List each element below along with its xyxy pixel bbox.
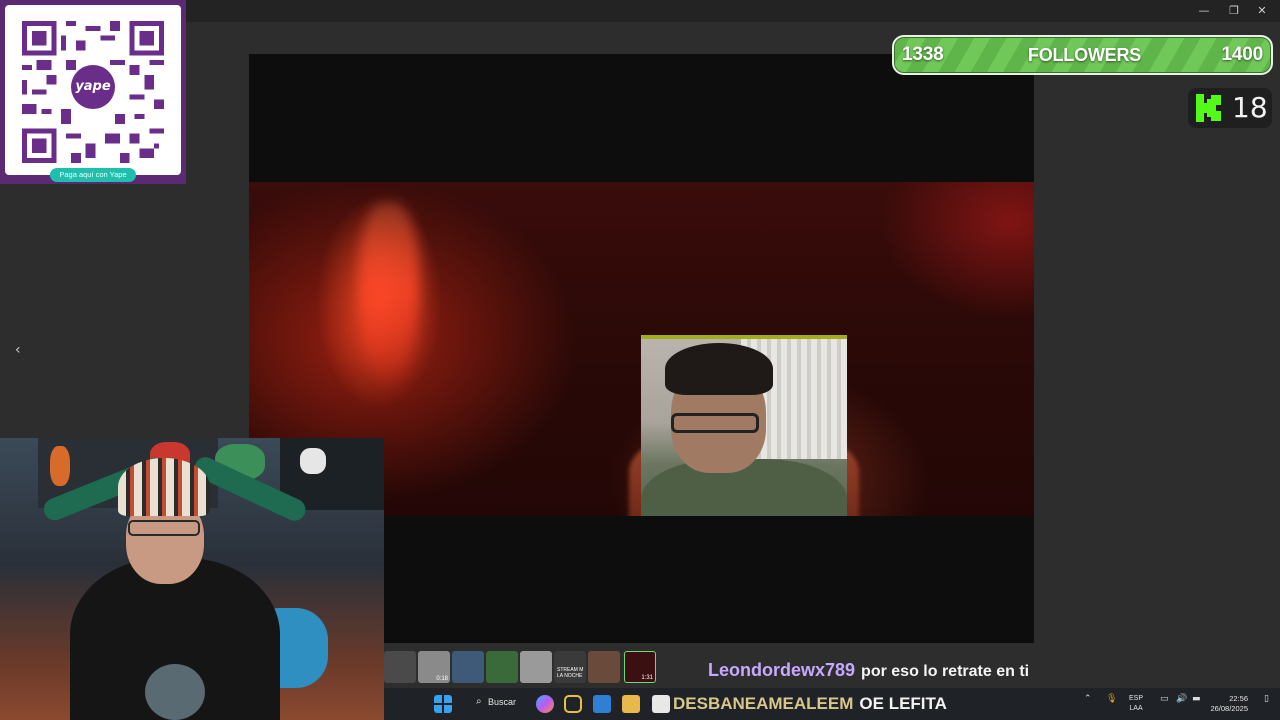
person-glasses xyxy=(128,520,200,536)
shirt-print xyxy=(145,664,205,720)
maximize-button[interactable]: ❐ xyxy=(1224,3,1244,19)
window-titlebar: — ❐ ✕ xyxy=(0,0,1280,22)
fire-visual xyxy=(359,202,419,382)
thumbnail-5[interactable] xyxy=(520,651,552,683)
thumbnail-8-active[interactable]: 1:31 xyxy=(624,651,656,683)
figure-visual xyxy=(300,448,326,474)
widgets-icon[interactable] xyxy=(564,695,582,713)
ticker-secondary: OE LEFITA xyxy=(859,694,947,713)
streamer-webcam xyxy=(0,438,384,720)
ticker-primary: DESBANEAMEALEEM xyxy=(673,694,854,713)
thumbnail-6[interactable]: STREAM M LA NOCHE xyxy=(554,651,586,683)
folder-icon[interactable] xyxy=(622,695,640,713)
windows-taskbar: ⌕ Buscar DESBANEAMEALEEM OE LEFITA ⌃ 🎙 ES… xyxy=(384,688,1280,720)
pip-person-glasses xyxy=(671,413,759,433)
ticker-text: DESBANEAMEALEEM OE LEFITA xyxy=(673,693,947,715)
donation-qr-panel: yape Paga aquí con Yape xyxy=(0,0,186,184)
picture-in-picture-webcam xyxy=(641,335,847,516)
windows-start-icon[interactable] xyxy=(434,695,452,713)
kick-viewer-widget: 18 xyxy=(1188,88,1272,128)
store-app-icon[interactable] xyxy=(593,695,611,713)
thumbnail-7[interactable] xyxy=(588,651,620,683)
network-icon[interactable]: ▭ xyxy=(1160,694,1169,704)
copilot-icon[interactable] xyxy=(536,695,554,713)
thumbnail-3[interactable] xyxy=(452,651,484,683)
pip-person-hair xyxy=(665,343,773,395)
clock-date: 26/08/2025 xyxy=(1210,704,1248,713)
close-button[interactable]: ✕ xyxy=(1252,3,1272,19)
figure-visual xyxy=(50,446,70,486)
viewer-count: 18 xyxy=(1232,91,1268,124)
system-clock[interactable]: 22:56 26/08/2025 xyxy=(1206,694,1248,714)
yape-logo: yape xyxy=(71,65,115,109)
chat-message: Leondordewx789 por eso lo retrate en ti xyxy=(708,658,1029,682)
chat-text: por eso lo retrate en ti xyxy=(861,663,1030,680)
followers-goal-bar: 1338 FOLLOWERS 1400 xyxy=(892,35,1273,75)
thumbnail-8-label: 1:31 xyxy=(641,675,653,681)
battery-icon[interactable]: ▬ xyxy=(1192,694,1201,704)
thumbnail-1[interactable] xyxy=(384,651,416,683)
language-top: ESP xyxy=(1129,695,1144,702)
thumbnail-2[interactable]: 0:18 xyxy=(418,651,450,683)
thumbnail-6-label: STREAM M LA NOCHE xyxy=(557,667,584,679)
thumbnail-4[interactable] xyxy=(486,651,518,683)
person-hat xyxy=(118,458,210,516)
minimize-button[interactable]: — xyxy=(1194,3,1214,19)
chevron-left-icon[interactable]: ‹ xyxy=(15,342,21,358)
followers-goal: 1400 xyxy=(1221,44,1264,65)
followers-label: FOLLOWERS xyxy=(1027,45,1142,65)
thumbnail-2-label: 0:18 xyxy=(436,676,448,682)
volume-icon[interactable]: 🔊 xyxy=(1176,694,1187,704)
language-bottom: LAA xyxy=(1129,705,1143,712)
calendar-app-icon[interactable] xyxy=(652,695,670,713)
microphone-icon[interactable]: 🎙 xyxy=(1106,694,1117,704)
search-icon[interactable]: ⌕ xyxy=(476,696,482,707)
screen: — ❐ ✕ yape Paga aquí con Yape ‹ 1338 FOL… xyxy=(0,0,1280,720)
taskbar-thumbnails: 0:18 STREAM M LA NOCHE 1:31 xyxy=(384,649,664,687)
clock-time: 22:56 xyxy=(1229,694,1248,703)
qr-card: yape xyxy=(5,5,181,175)
tray-expand-icon[interactable]: ⌃ xyxy=(1084,694,1092,704)
taskbar-search[interactable]: Buscar xyxy=(488,697,516,707)
language-indicator[interactable]: ESP LAA xyxy=(1129,694,1143,714)
chat-username: Leondordewx789 xyxy=(708,660,856,680)
kick-logo-icon xyxy=(1196,94,1221,122)
notifications-icon[interactable]: ▯ xyxy=(1264,694,1269,704)
qr-pay-pill: Paga aquí con Yape xyxy=(50,168,136,182)
